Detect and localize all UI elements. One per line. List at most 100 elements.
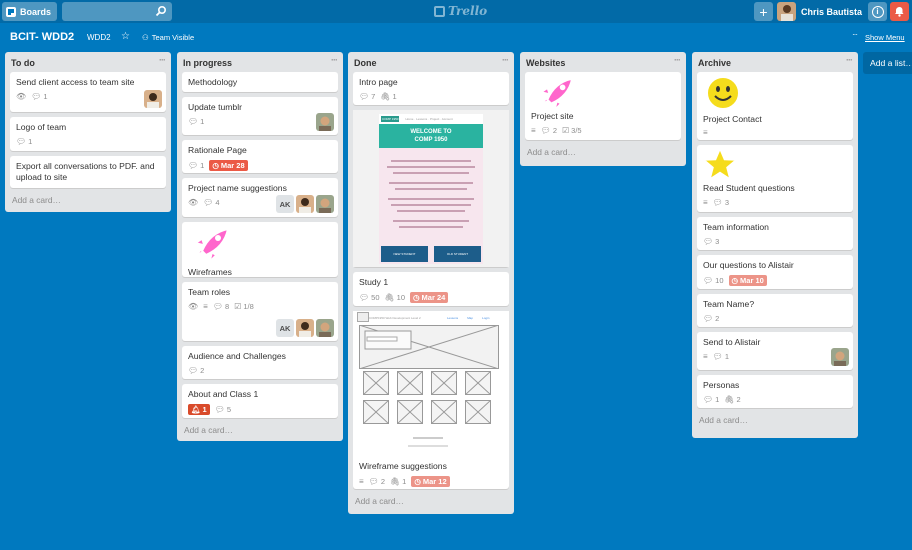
cover-logo-text: COMP 1950	[381, 116, 400, 122]
member-avatar[interactable]	[296, 319, 314, 337]
card-title: Team roles	[188, 287, 231, 297]
clock-icon: ◷	[212, 161, 219, 170]
comment-count: 1	[43, 92, 48, 101]
info-button[interactable]: i	[868, 2, 887, 21]
member-avatar[interactable]	[296, 195, 314, 213]
add-card-button[interactable]: Add a card…	[177, 423, 343, 442]
wireframe-logo	[357, 312, 369, 322]
add-button[interactable]: +	[754, 2, 773, 21]
card[interactable]: About and Class 1 🔔︎ 1 💬︎ 5	[182, 384, 338, 418]
card-image-cover[interactable]: COMP 1950 Home · Lessons · Project · Acc…	[353, 110, 509, 267]
comment-count: 2	[200, 366, 205, 375]
due-date-badge[interactable]: ◷ Mar 28	[209, 160, 248, 171]
list-title[interactable]: Done ···	[348, 52, 514, 72]
board-team[interactable]: WDD2	[87, 33, 111, 42]
list-title[interactable]: Archive ···	[692, 52, 858, 72]
list-title[interactable]: To do ···	[5, 52, 171, 72]
card[interactable]: Our questions to Alistair 💬︎ 10 ◷ Mar 10	[697, 255, 853, 289]
member-avatar[interactable]	[316, 113, 334, 131]
comment-count: 8	[224, 302, 230, 311]
card-title: Team information	[703, 222, 769, 232]
member-avatar[interactable]	[144, 90, 162, 108]
add-card-button[interactable]: Add a card…	[5, 193, 171, 212]
card[interactable]: Project Contact ≡	[697, 72, 853, 140]
list-menu-icon[interactable]: ···	[846, 55, 853, 65]
card[interactable]: Logo of team 💬︎ 1	[10, 117, 166, 151]
comment-icon: 💬︎	[703, 275, 714, 285]
card[interactable]: Team Name? 💬︎ 2	[697, 294, 853, 327]
card[interactable]: Read Student questions ≡ 💬︎ 3	[697, 145, 853, 212]
search-input[interactable]	[62, 2, 172, 21]
boards-button[interactable]: Boards	[2, 2, 57, 21]
member-avatar[interactable]	[831, 348, 849, 366]
due-date-badge[interactable]: ◷ Mar 10	[728, 275, 767, 286]
card-title: Audience and Challenges	[188, 351, 286, 361]
visibility-button[interactable]: ⚇ Team Visible	[142, 33, 194, 42]
add-list-button[interactable]: Add a list…	[863, 52, 912, 74]
board-title[interactable]: BCIT- WDD2	[10, 31, 74, 43]
member-initials[interactable]: AK	[276, 195, 294, 213]
attachment-count: 1	[392, 92, 397, 101]
list-title-text: In progress	[183, 58, 233, 68]
list-title[interactable]: In progress ···	[177, 52, 343, 72]
card[interactable]: Team roles 👁︎ ≡ 💬︎ 8 ☑ 1/8 AK	[182, 282, 338, 341]
add-card-button[interactable]: Add a card…	[520, 145, 686, 164]
card[interactable]: Personas 💬︎ 1 🖇︎ 2	[697, 375, 853, 408]
card[interactable]: Audience and Challenges 💬︎ 2	[182, 346, 338, 379]
board-icon	[6, 6, 16, 17]
card[interactable]: COMP1950 Web Development Level 2 Lessons…	[353, 311, 509, 489]
card[interactable]: Project site ≡ 💬︎ 2 ☑ 3/5	[525, 72, 681, 140]
card[interactable]: Rationale Page 💬︎ 1 ◷ Mar 28	[182, 140, 338, 173]
list-menu-icon[interactable]: ···	[331, 55, 338, 65]
clock-icon: ◷	[414, 477, 421, 486]
member-avatar[interactable]	[316, 319, 334, 337]
comment-icon: 💬︎	[712, 351, 723, 361]
card-title: Personas	[703, 380, 740, 390]
comment-count: 5	[226, 405, 232, 414]
list-menu-icon[interactable]: ···	[674, 55, 681, 65]
trello-logo[interactable]: Trello	[434, 4, 487, 18]
star-icon[interactable]: ☆	[121, 31, 130, 42]
card[interactable]: Wireframes	[182, 222, 338, 277]
notifications-button[interactable]	[890, 2, 909, 21]
card[interactable]: Methodology	[182, 72, 338, 92]
card-title: Wireframes	[188, 267, 232, 277]
list-menu-icon[interactable]: ···	[159, 55, 166, 65]
card[interactable]: Send client access to team site 👁︎ 💬︎ 1	[10, 72, 166, 112]
comment-icon: 💬︎	[188, 365, 199, 375]
card[interactable]: Intro page 💬︎ 7 🖇︎ 1	[353, 72, 509, 105]
card-sticker-area	[188, 227, 332, 267]
bell-icon: 🔔︎	[191, 405, 201, 414]
notification-badge[interactable]: 🔔︎ 1	[188, 404, 210, 415]
comment-icon: 💬︎	[359, 91, 370, 101]
wireframe-nav-item: Map	[467, 316, 474, 320]
bell-icon	[895, 7, 904, 17]
member-initials[interactable]: AK	[276, 319, 294, 337]
comment-count: 10	[715, 276, 724, 285]
list-archive: Archive ··· Project Contact ≡ Read Studen…	[692, 52, 858, 438]
user-menu[interactable]: Chris Bautista	[777, 2, 862, 21]
card[interactable]: Project name suggestions 👁︎ 💬︎ 4 AK	[182, 178, 338, 217]
card[interactable]: Export all conversations to PDF. and upl…	[10, 156, 166, 188]
checklist-count: 3/5	[571, 126, 582, 135]
search-icon	[155, 5, 167, 17]
card[interactable]: Team information 💬︎ 3	[697, 217, 853, 250]
card[interactable]: Update tumblr 💬︎ 1	[182, 97, 338, 135]
add-card-button[interactable]: Add a card…	[348, 494, 514, 513]
card[interactable]: Send to Alistair ≡ 💬︎ 1	[697, 332, 853, 370]
attachment-count: 1	[402, 477, 407, 486]
user-name: Chris Bautista	[801, 6, 863, 17]
wireframe-nav-item: Login	[482, 316, 490, 320]
due-date-badge[interactable]: ◷ Mar 24	[410, 292, 449, 303]
avatar	[777, 2, 796, 21]
cover-new-student: NEW STUDENT	[381, 246, 428, 262]
due-date-badge[interactable]: ◷ Mar 12	[411, 476, 450, 487]
show-menu-link[interactable]: Show Menu	[865, 33, 905, 42]
card[interactable]: Study 1 💬︎ 50 🖇︎ 10 ◷ Mar 24	[353, 272, 509, 306]
add-card-button[interactable]: Add a card…	[692, 413, 858, 432]
list-title[interactable]: Websites ···	[520, 52, 686, 72]
member-avatar[interactable]	[316, 195, 334, 213]
clock-icon: ◷	[731, 276, 739, 285]
list-menu-icon[interactable]: ···	[502, 55, 509, 65]
card-title: About and Class 1	[188, 389, 259, 399]
